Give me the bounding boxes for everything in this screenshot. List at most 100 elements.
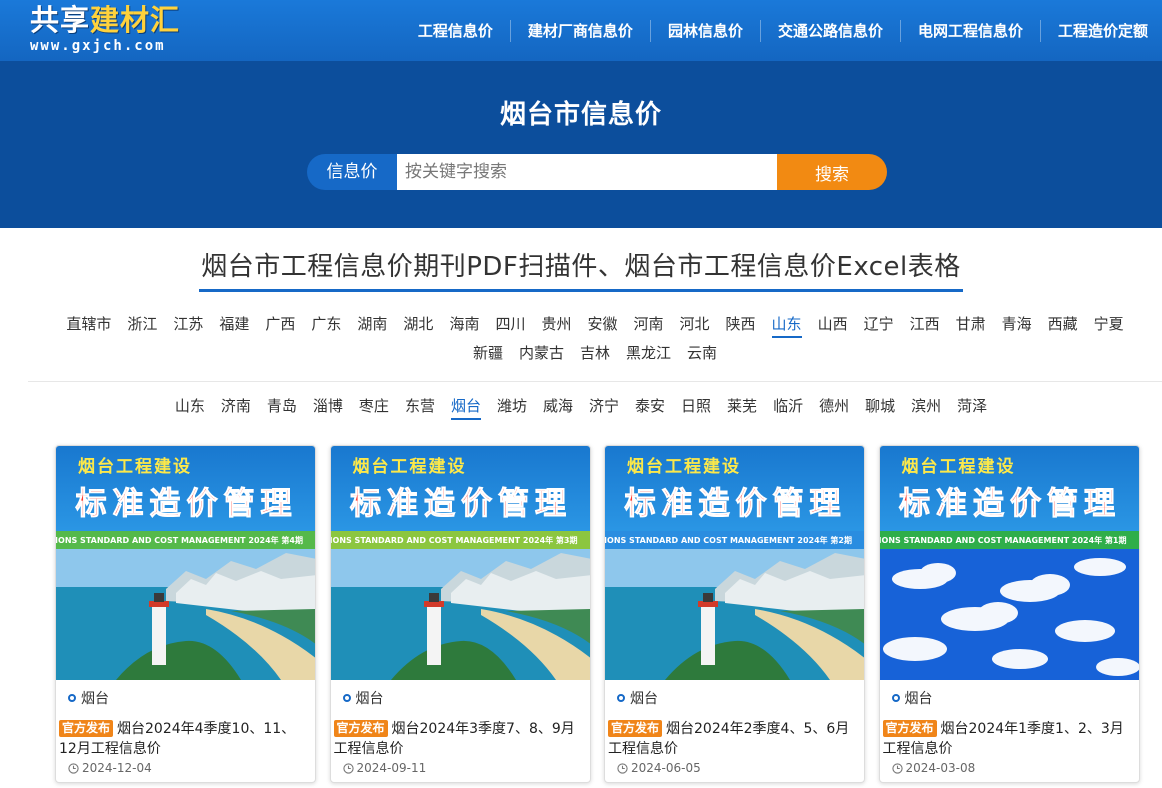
publication-title-link[interactable]: 官方发布 烟台2024年1季度1、2、3月工程信息价 — [882, 719, 1135, 759]
province-chip[interactable]: 广西 — [257, 310, 303, 339]
search-button[interactable]: 搜索 — [777, 154, 887, 190]
logo-title: 共享建材汇 — [30, 2, 210, 38]
city-chip-label: 泰安 — [635, 397, 666, 415]
cover-image[interactable]: 烟台工程建设标准造价管理 YANTAI CONSTRUCTIONS STANDAR… — [56, 446, 315, 680]
province-chip[interactable]: 贵州 — [533, 310, 579, 339]
province-chip[interactable]: 江苏 — [165, 310, 211, 339]
cover-image[interactable]: 烟台工程建设标准造价管理 YANTAI CONSTRUCTIONS STANDAR… — [330, 446, 590, 680]
clock-icon — [342, 762, 354, 774]
city-chip[interactable]: 潍坊 — [489, 392, 535, 421]
publication-title-link[interactable]: 官方发布 烟台2024年4季度10、11、12月工程信息价 — [59, 719, 311, 759]
city-chip[interactable]: 枣庄 — [351, 392, 397, 421]
location-dot-icon — [617, 694, 625, 702]
province-chip-label: 黑龙江 — [626, 344, 672, 362]
province-chip[interactable]: 浙江 — [119, 310, 165, 339]
city-chip[interactable]: 山东 — [167, 392, 213, 421]
clock-icon — [68, 762, 79, 774]
province-chip[interactable]: 辽宁 — [856, 310, 902, 339]
province-chip[interactable]: 山西 — [810, 310, 856, 339]
province-chip-label: 青海 — [1001, 315, 1032, 333]
province-chip[interactable]: 山东 — [764, 310, 810, 339]
publish-date: 2024-12-04 — [68, 761, 152, 775]
province-chip[interactable]: 直辖市 — [58, 310, 119, 339]
city-chip[interactable]: 威海 — [535, 392, 581, 421]
province-chip[interactable]: 福建 — [211, 310, 257, 339]
province-chip[interactable]: 江西 — [902, 310, 948, 339]
province-chip[interactable]: 吉林 — [572, 339, 618, 368]
nav-item-1[interactable]: 工程信息价 — [401, 20, 510, 42]
province-chip[interactable]: 陕西 — [718, 310, 764, 339]
nav-item-4[interactable]: 交通公路信息价 — [759, 19, 900, 42]
province-chip[interactable]: 新疆 — [465, 339, 511, 368]
city-chip[interactable]: 济宁 — [581, 392, 627, 421]
province-chip[interactable]: 湖北 — [395, 310, 441, 339]
province-chip[interactable]: 云南 — [679, 339, 725, 368]
publication-card[interactable]: 烟台工程建设标准造价管理 YANTAI CONSTRUCTIONS STANDAR… — [878, 445, 1140, 783]
city-chip[interactable]: 淄博 — [305, 392, 351, 421]
clock-icon — [891, 762, 903, 774]
cover-photo — [605, 549, 864, 680]
city-chip-label: 德州 — [819, 397, 850, 415]
publication-card[interactable]: 烟台工程建设标准造价管理 YANTAI CONSTRUCTIONS STANDAR… — [55, 445, 316, 783]
page-title: 烟台市信息价 — [499, 100, 662, 130]
city-chip[interactable]: 聊城 — [857, 392, 903, 421]
publication-card[interactable]: 烟台工程建设标准造价管理 YANTAI CONSTRUCTIONS STANDAR… — [604, 445, 865, 783]
cover-issue-band: YANTAI CONSTRUCTIONS STANDARD AND COST M… — [605, 531, 864, 549]
city-chip[interactable]: 临沂 — [765, 392, 811, 421]
nav-item-2[interactable]: 建材厂商信息价 — [509, 19, 650, 42]
city-chip[interactable]: 滨州 — [903, 392, 949, 421]
search-input[interactable] — [397, 154, 777, 190]
nav-item-5[interactable]: 电网工程信息价 — [899, 19, 1040, 42]
cover-kicker: 烟台工程建设 — [627, 457, 741, 477]
publication-title-link[interactable]: 官方发布 烟台2024年2季度4、5、6月工程信息价 — [608, 719, 860, 759]
province-chip[interactable]: 青海 — [994, 310, 1040, 339]
cover-image[interactable]: 烟台工程建设标准造价管理 YANTAI CONSTRUCTIONS STANDAR… — [879, 446, 1139, 680]
cover-photo — [879, 549, 1139, 680]
city-chip[interactable]: 烟台 — [443, 392, 489, 421]
city-chip[interactable]: 莱芜 — [719, 392, 765, 421]
main-nav: 工程信息价 建材厂商信息价 园林信息价 交通公路信息价 电网工程信息价 工程造价定额 — [401, 0, 1162, 61]
publish-date: 2024-06-05 — [617, 761, 701, 775]
site-logo[interactable]: 共享建材汇 www.gxjch.com — [30, 2, 210, 58]
location-tag[interactable]: 烟台 — [891, 688, 933, 708]
province-chip[interactable]: 黑龙江 — [618, 339, 679, 368]
cover-main-title: 标准造价管理 — [75, 486, 298, 523]
city-chip[interactable]: 济南 — [213, 392, 259, 421]
cover-main-title: 标准造价管理 — [350, 486, 572, 523]
city-chip[interactable]: 德州 — [811, 392, 857, 421]
province-row: 新疆 内蒙古 吉林 黑龙江 云南 — [28, 339, 1162, 368]
nav-item-6[interactable]: 工程造价定额 — [1039, 19, 1162, 42]
cover-issue-label: YANTAI CONSTRUCTIONS STANDARD AND COST M… — [330, 535, 578, 545]
cover-main-title: 标准造价管理 — [899, 486, 1121, 523]
province-chip[interactable]: 宁夏 — [1086, 310, 1132, 339]
province-chip[interactable]: 湖南 — [349, 310, 395, 339]
province-chip[interactable]: 内蒙古 — [511, 339, 572, 368]
province-chip[interactable]: 安徽 — [579, 310, 625, 339]
location-tag[interactable]: 烟台 — [617, 688, 658, 708]
city-chip[interactable]: 日照 — [673, 392, 719, 421]
publication-card[interactable]: 烟台工程建设标准造价管理 YANTAI CONSTRUCTIONS STANDAR… — [329, 445, 591, 783]
province-chip[interactable]: 河南 — [626, 310, 672, 339]
province-chip[interactable]: 河北 — [672, 310, 718, 339]
province-chip[interactable]: 四川 — [487, 310, 533, 339]
search-type-selector[interactable]: 信息价 — [307, 154, 397, 190]
cover-kicker: 烟台工程建设 — [78, 457, 192, 477]
publication-title-link[interactable]: 官方发布 烟台2024年3季度7、8、9月工程信息价 — [333, 719, 586, 759]
city-chip[interactable]: 菏泽 — [949, 392, 995, 421]
province-chip-label: 内蒙古 — [518, 344, 564, 362]
clock-icon — [617, 762, 628, 774]
province-chip-label: 贵州 — [541, 315, 572, 333]
cover-image[interactable]: 烟台工程建设标准造价管理 YANTAI CONSTRUCTIONS STANDAR… — [605, 446, 864, 680]
cover-issue-label: YANTAI CONSTRUCTIONS STANDARD AND COST M… — [56, 535, 303, 545]
nav-item-3[interactable]: 园林信息价 — [649, 19, 760, 42]
province-chip[interactable]: 西藏 — [1040, 310, 1086, 339]
province-chip[interactable]: 海南 — [441, 310, 487, 339]
province-chip[interactable]: 广东 — [303, 310, 349, 339]
city-chip[interactable]: 东营 — [397, 392, 443, 421]
city-chip[interactable]: 青岛 — [259, 392, 305, 421]
city-chip[interactable]: 泰安 — [627, 392, 673, 421]
location-tag[interactable]: 烟台 — [68, 688, 109, 708]
cover-main-title: 标准造价管理 — [624, 486, 847, 523]
province-chip[interactable]: 甘肃 — [948, 310, 994, 339]
location-tag[interactable]: 烟台 — [342, 688, 384, 708]
